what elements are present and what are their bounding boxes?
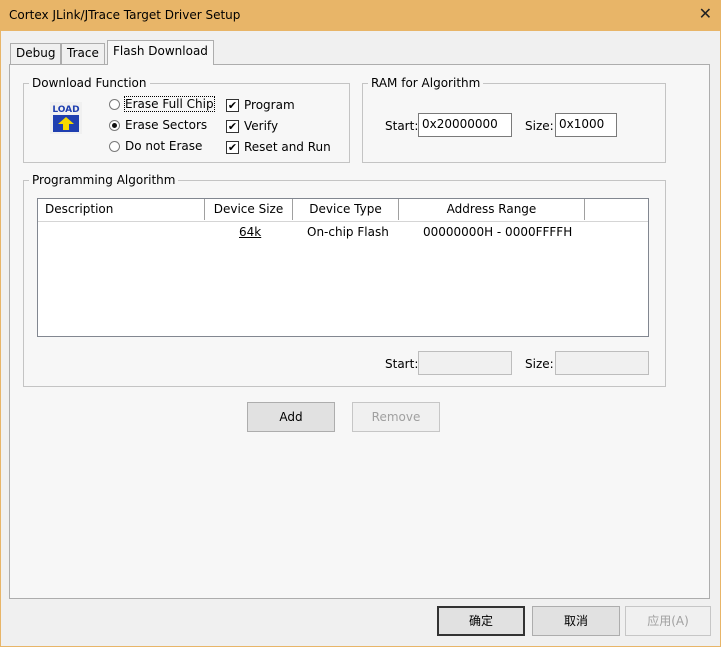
row-device-type[interactable]: On-chip Flash xyxy=(307,225,389,239)
program-label[interactable]: Program xyxy=(244,98,295,112)
algo-start-label: Start: xyxy=(385,357,419,371)
window-title: Cortex JLink/JTrace Target Driver Setup xyxy=(9,8,241,22)
load-icon-label: LOAD xyxy=(52,105,79,115)
remove-button[interactable]: Remove xyxy=(352,402,440,432)
do-not-erase-radio[interactable] xyxy=(109,141,120,152)
erase-full-chip-label[interactable]: Erase Full Chip xyxy=(124,96,215,112)
download-function-legend: Download Function xyxy=(32,76,147,90)
column-address-range[interactable]: Address Range xyxy=(399,199,585,220)
close-icon[interactable]: ✕ xyxy=(699,4,712,24)
reset-and-run-checkbox[interactable]: ✔ xyxy=(226,141,239,154)
tab-trace[interactable]: Trace xyxy=(61,43,105,64)
erase-full-chip-radio[interactable] xyxy=(109,99,120,110)
tab-flash-download[interactable]: Flash Download xyxy=(107,40,214,65)
ram-start-label: Start: xyxy=(385,119,419,133)
cancel-button[interactable]: 取消 xyxy=(532,606,620,636)
add-button[interactable]: Add xyxy=(247,402,335,432)
algo-size-label: Size: xyxy=(525,357,554,371)
column-device-size[interactable]: Device Size xyxy=(205,199,293,220)
erase-sectors-radio[interactable] xyxy=(109,120,120,131)
algorithm-list-header: Description Device Size Device Type Addr… xyxy=(38,199,648,222)
verify-checkbox[interactable]: ✔ xyxy=(226,120,239,133)
algorithm-list[interactable]: Description Device Size Device Type Addr… xyxy=(37,198,649,337)
load-icon: LOAD xyxy=(50,102,82,134)
ram-size-label: Size: xyxy=(525,119,554,133)
ok-button[interactable]: 确定 xyxy=(437,606,525,636)
ram-for-algorithm-legend: RAM for Algorithm xyxy=(371,76,481,90)
do-not-erase-label[interactable]: Do not Erase xyxy=(125,139,202,153)
program-checkbox[interactable]: ✔ xyxy=(226,99,239,112)
erase-sectors-label[interactable]: Erase Sectors xyxy=(125,118,207,132)
tab-debug[interactable]: Debug xyxy=(10,43,62,64)
apply-button[interactable]: 应用(A) xyxy=(625,606,711,636)
ram-start-input[interactable]: 0x20000000 xyxy=(418,113,512,137)
column-description[interactable]: Description xyxy=(38,199,205,220)
algo-size-input[interactable] xyxy=(555,351,649,375)
row-address-range[interactable]: 00000000H - 0000FFFFH xyxy=(423,225,572,239)
column-device-type[interactable]: Device Type xyxy=(293,199,399,220)
row-device-size[interactable]: 64k xyxy=(239,225,261,239)
column-filler xyxy=(585,199,648,220)
ram-size-input[interactable]: 0x1000 xyxy=(555,113,617,137)
reset-and-run-label[interactable]: Reset and Run xyxy=(244,140,331,154)
verify-label[interactable]: Verify xyxy=(244,119,278,133)
programming-algorithm-legend: Programming Algorithm xyxy=(32,173,176,187)
algo-start-input[interactable] xyxy=(418,351,512,375)
